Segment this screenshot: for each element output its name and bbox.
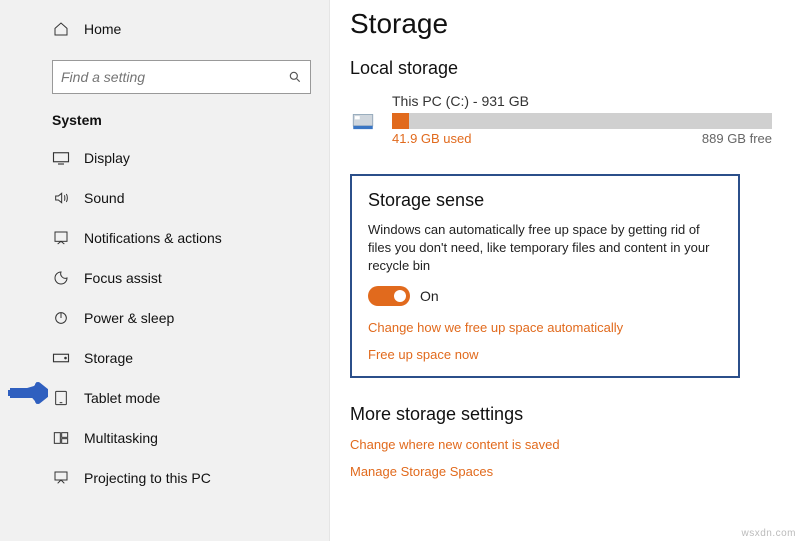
usage-bar — [392, 113, 772, 129]
sidebar: Home System Display Soun — [0, 0, 330, 541]
main-panel: Storage Local storage This PC (C:) - 931… — [330, 0, 800, 541]
sidebar-item-notifications[interactable]: Notifications & actions — [0, 218, 329, 258]
link-change-auto[interactable]: Change how we free up space automaticall… — [368, 320, 722, 335]
page-title: Storage — [350, 8, 800, 40]
toggle-row: On — [368, 286, 722, 306]
sound-icon — [52, 189, 70, 207]
sidebar-item-tablet[interactable]: Tablet mode — [0, 378, 329, 418]
storage-sense-box: Storage sense Windows can automatically … — [350, 174, 740, 378]
search-input[interactable] — [61, 69, 288, 85]
storage-sense-toggle[interactable] — [368, 286, 410, 306]
sidebar-item-label: Tablet mode — [84, 390, 160, 406]
search-wrap — [52, 60, 311, 94]
sidebar-item-storage[interactable]: Storage — [0, 338, 329, 378]
link-manage-spaces[interactable]: Manage Storage Spaces — [350, 464, 800, 479]
sidebar-item-projecting[interactable]: Projecting to this PC — [0, 458, 329, 498]
drive-icon — [350, 108, 376, 134]
storage-icon — [52, 349, 70, 367]
more-heading: More storage settings — [350, 404, 800, 425]
sidebar-item-label: Power & sleep — [84, 310, 174, 326]
sidebar-item-label: Notifications & actions — [84, 230, 222, 246]
watermark: wsxdn.com — [741, 528, 796, 539]
sidebar-item-label: Projecting to this PC — [84, 470, 211, 486]
usage-bar-fill — [392, 113, 409, 129]
display-icon — [52, 149, 70, 167]
sidebar-item-display[interactable]: Display — [0, 138, 329, 178]
free-label: 889 GB free — [702, 131, 772, 146]
section-system: System — [0, 108, 329, 138]
menu-items: Display Sound Notifications & actions Fo… — [0, 138, 329, 498]
multitasking-icon — [52, 429, 70, 447]
storage-sense-heading: Storage sense — [368, 190, 722, 211]
home-label: Home — [84, 21, 121, 37]
toggle-knob — [394, 290, 406, 302]
usage-labels: 41.9 GB used 889 GB free — [392, 131, 772, 146]
storage-sense-desc: Windows can automatically free up space … — [368, 221, 722, 276]
sidebar-item-label: Multitasking — [84, 430, 158, 446]
power-icon — [52, 309, 70, 327]
sidebar-item-sound[interactable]: Sound — [0, 178, 329, 218]
sidebar-item-label: Sound — [84, 190, 124, 206]
more-settings: More storage settings Change where new c… — [350, 404, 800, 479]
used-label: 41.9 GB used — [392, 131, 472, 146]
focus-icon — [52, 269, 70, 287]
pointer-arrow-icon — [8, 380, 48, 406]
drive-body: This PC (C:) - 931 GB 41.9 GB used 889 G… — [392, 93, 800, 146]
sidebar-item-label: Focus assist — [84, 270, 162, 286]
search-box[interactable] — [52, 60, 311, 94]
sidebar-item-power[interactable]: Power & sleep — [0, 298, 329, 338]
link-change-save[interactable]: Change where new content is saved — [350, 437, 800, 452]
projecting-icon — [52, 469, 70, 487]
home-icon — [52, 20, 70, 38]
sidebar-item-label: Display — [84, 150, 130, 166]
tablet-icon — [52, 389, 70, 407]
local-storage-heading: Local storage — [350, 58, 800, 79]
sidebar-item-multitasking[interactable]: Multitasking — [0, 418, 329, 458]
notifications-icon — [52, 229, 70, 247]
link-free-now[interactable]: Free up space now — [368, 347, 722, 362]
home-nav[interactable]: Home — [0, 10, 329, 48]
sidebar-item-focus[interactable]: Focus assist — [0, 258, 329, 298]
toggle-state-label: On — [420, 288, 439, 304]
drive-row[interactable]: This PC (C:) - 931 GB 41.9 GB used 889 G… — [350, 93, 800, 146]
search-icon — [288, 70, 302, 84]
sidebar-item-label: Storage — [84, 350, 133, 366]
drive-name: This PC (C:) - 931 GB — [392, 93, 800, 109]
